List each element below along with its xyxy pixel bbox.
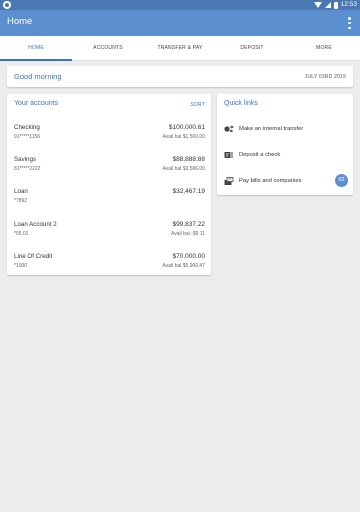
account-number: *05.01 [14, 231, 29, 237]
quick-link-pay-bills[interactable]: Pay bills and companies 02 [224, 174, 348, 188]
quick-link-label: Pay bills and companies [239, 178, 302, 184]
quick-link-label: Deposit a check [239, 152, 281, 158]
tab-accounts[interactable]: ACCOUNTS [72, 36, 144, 60]
page-title: Home [7, 16, 33, 27]
account-row-checking[interactable]: Checking 91*****1156 $100,000.61 Avail b… [14, 124, 205, 144]
accounts-title: Your accounts [14, 100, 59, 107]
account-balance: $99,837.22 [172, 221, 205, 228]
quick-link-deposit-check[interactable]: Deposit a check [224, 148, 348, 162]
account-balance: $70,000.00 [172, 253, 205, 260]
account-row-savings[interactable]: Savings 81*****2222 $88,888.88 Avail bal… [14, 156, 205, 176]
current-date: JULY 03RD 2019 [304, 74, 346, 80]
account-number: *1000 [14, 263, 28, 269]
tab-more[interactable]: MORE [288, 36, 360, 60]
account-balance: $88,888.88 [172, 156, 205, 163]
accounts-card: Your accounts SORT Checking 91*****1156 … [7, 94, 211, 275]
account-name: Line Of Credit [14, 253, 53, 260]
account-row-loan-account-2[interactable]: Loan Account 2 *05.01 $99,837.22 Avail b… [14, 221, 205, 241]
account-name: Loan Account 2 [14, 221, 57, 228]
available-balance: Avail bal $3,566.00 [162, 166, 205, 172]
greeting-text: Good morning [14, 72, 62, 81]
clock: 12:53 [340, 1, 357, 8]
tab-bar: HOME ACCOUNTS TRANSFER & PAY DEPOSIT MOR… [0, 36, 360, 61]
account-number: 81*****2222 [14, 166, 41, 172]
tab-deposit[interactable]: DEPOSIT [216, 36, 288, 60]
quick-link-internal-transfer[interactable]: Make an internal transfer [224, 122, 348, 136]
sort-button[interactable]: SORT [190, 102, 205, 108]
signal-icon [324, 2, 331, 8]
account-balance: $100,000.61 [168, 124, 205, 131]
notification-icon [3, 1, 11, 9]
account-row-line-of-credit[interactable]: Line Of Credit *1000 $70,000.00 Avail ba… [14, 253, 205, 273]
available-balance: Avail bal $1,500.00 [162, 134, 205, 140]
account-balance: $32,467.19 [172, 188, 205, 195]
quick-link-label: Make an internal transfer [239, 126, 304, 132]
check-deposit-icon [224, 151, 234, 160]
greeting-card: Good morning JULY 03RD 2019 [7, 66, 353, 87]
account-row-loan[interactable]: Loan *7892 $32,467.19 [14, 188, 205, 208]
transfer-icon [224, 125, 234, 134]
available-balance: Avail bal $5,900.47 [162, 263, 205, 269]
account-number: *7892 [14, 198, 28, 204]
overflow-menu-icon[interactable] [348, 17, 351, 29]
notification-badge: 02 [335, 174, 348, 187]
tab-home[interactable]: HOME [0, 36, 72, 61]
quick-links-title: Quick links [224, 100, 258, 107]
account-number: 91*****1156 [14, 134, 41, 140]
app-bar: Home [0, 10, 360, 36]
account-name: Savings [14, 156, 37, 163]
quick-links-card: Quick links Make an internal transfer De… [217, 94, 353, 195]
account-name: Loan [14, 188, 28, 195]
bill-pay-icon [224, 176, 234, 186]
available-balance: Avail bal -$9.11 [170, 231, 205, 237]
account-name: Checking [14, 124, 40, 131]
status-indicators: 12:53 [313, 1, 357, 9]
wifi-icon [313, 2, 322, 8]
tab-transfer-pay[interactable]: TRANSFER & PAY [144, 36, 216, 60]
battery-icon [333, 1, 338, 9]
status-bar: 12:53 [0, 0, 360, 10]
